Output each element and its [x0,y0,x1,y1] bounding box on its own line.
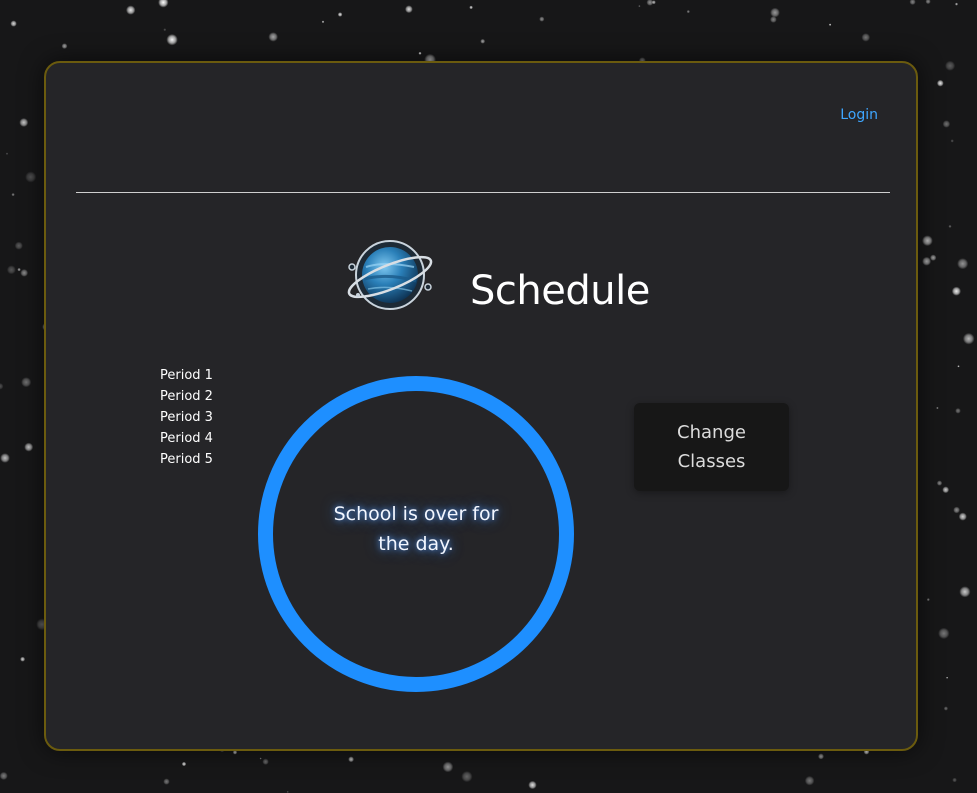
change-classes-button[interactable]: Change Classes [634,403,789,491]
period-item: Period 4 [160,431,213,446]
login-link[interactable]: Login [840,107,878,123]
planet-logo-icon [347,240,433,310]
period-item: Period 5 [160,452,213,467]
status-message: School is over for the day. [333,503,499,555]
period-item: Period 3 [160,410,213,425]
schedule-card: Login Schedule Period 1 Period 2 Period … [44,61,918,751]
period-list: Period 1 Period 2 Period 3 Period 4 Peri… [160,365,213,470]
progress-ring: School is over for the day. [258,376,574,692]
page-title: Schedule [470,268,650,314]
header-divider [76,192,890,193]
period-item: Period 1 [160,368,213,383]
period-item: Period 2 [160,389,213,404]
